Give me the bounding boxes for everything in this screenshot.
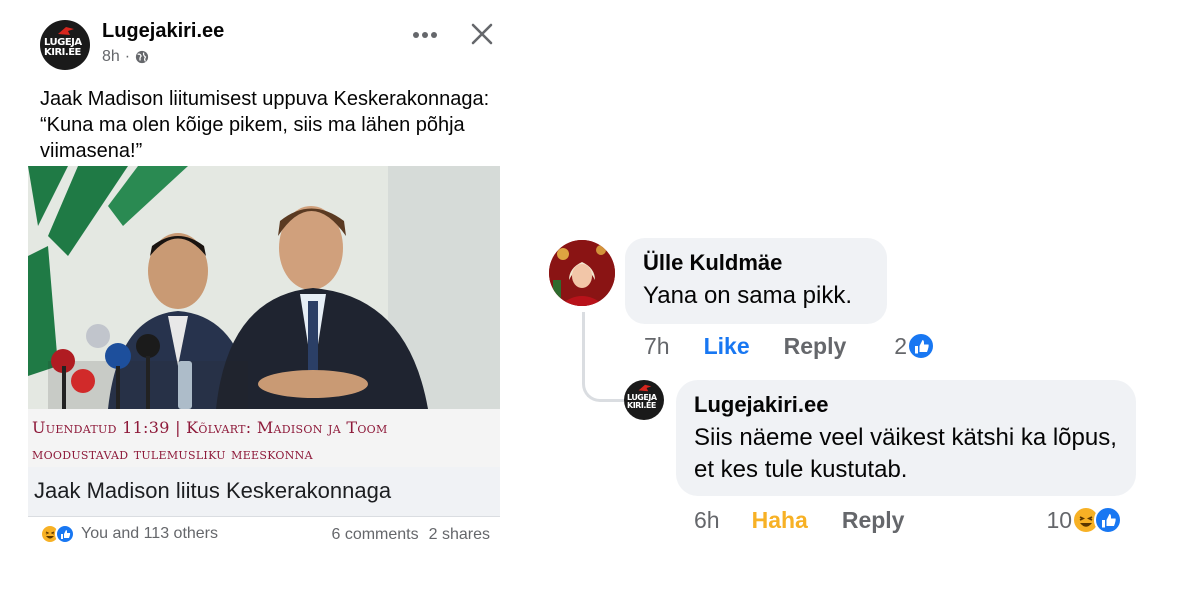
page-name[interactable]: Lugejakiri.ee [102, 20, 224, 43]
reaction-count: 10 [1046, 506, 1073, 533]
link-preview[interactable]: Uuendatud 11:39 | Kõlvart: Madison ja To… [28, 166, 500, 516]
post-meta: 8h · [102, 48, 149, 66]
caption-line-2: moodustavad tulemusliku meeskonna [32, 444, 313, 463]
divider [28, 516, 500, 517]
like-reaction-icon [55, 524, 75, 544]
more-dots-icon [413, 32, 437, 38]
reply-text: Siis näeme veel väikest kätshi ka lõpus,… [694, 424, 1117, 483]
comment-time[interactable]: 7h [644, 333, 670, 360]
photo-caption: Uuendatud 11:39 | Kõlvart: Madison ja To… [28, 409, 500, 467]
post-time[interactable]: 8h [102, 48, 120, 66]
logo-bird-icon [638, 384, 652, 392]
reply-avatar[interactable]: LUGEJA KIRI.EE [624, 380, 664, 420]
commenter-avatar[interactable] [549, 240, 615, 306]
avatar-logo-line2: KIRI.EE [44, 47, 81, 58]
logo-bird-icon [58, 27, 74, 35]
caption-line-1: Uuendatud 11:39 | Kõlvart: Madison ja To… [32, 418, 388, 437]
reply-author[interactable]: Lugejakiri.ee [694, 392, 1118, 418]
reply-thread-line [582, 312, 624, 402]
comment-2-actions: 6h Haha Reply 10 [694, 506, 1123, 534]
close-icon [471, 23, 493, 45]
haha-button[interactable]: Haha [752, 507, 808, 534]
comment-bubble-1: Ülle Kuldmäe Yana on sama pikk. [625, 238, 887, 324]
reactions-summary[interactable]: You and 113 others [40, 524, 218, 544]
comment-1-actions: 7h Like Reply 2 [644, 332, 936, 360]
like-button[interactable]: Like [704, 333, 750, 360]
reaction-count: 2 [894, 332, 908, 359]
photo-illustration [28, 166, 500, 409]
reply-time[interactable]: 6h [694, 507, 720, 534]
article-photo[interactable] [28, 166, 500, 409]
reactions-text: You and 113 others [81, 525, 219, 542]
comments-count[interactable]: 6 comments [331, 526, 418, 544]
comment-text: Yana on sama pikk. [643, 282, 853, 309]
post-card: LUGEJA KIRI.EE Lugejakiri.ee 8h · Jaak M… [28, 10, 504, 590]
post-text: Jaak Madison liitumisest uppuva Keskerak… [40, 88, 490, 162]
reply-button[interactable]: Reply [784, 333, 847, 360]
like-reaction-icon [1094, 506, 1123, 534]
meta-dot: · [124, 48, 131, 65]
avatar-photo [549, 240, 615, 306]
comment-bubble-2: Lugejakiri.ee Siis näeme veel väikest kä… [676, 380, 1136, 496]
reply-button[interactable]: Reply [842, 507, 905, 534]
reply-avatar-line2: KIRI.EE [627, 401, 656, 410]
globe-icon [136, 50, 149, 64]
link-title[interactable]: Jaak Madison liitus Keskerakonnaga [34, 478, 391, 504]
like-reaction-icon [907, 332, 936, 360]
shares-count[interactable]: 2 shares [429, 526, 490, 544]
close-button[interactable] [462, 14, 502, 54]
more-options-button[interactable] [408, 18, 442, 52]
reply-reactions[interactable]: 10 [1046, 506, 1123, 534]
comment-author[interactable]: Ülle Kuldmäe [643, 250, 869, 276]
page-avatar[interactable]: LUGEJA KIRI.EE [40, 20, 90, 70]
engagement-counts: 6 comments 2 shares [331, 526, 490, 544]
comment-reactions[interactable]: 2 [894, 332, 936, 360]
